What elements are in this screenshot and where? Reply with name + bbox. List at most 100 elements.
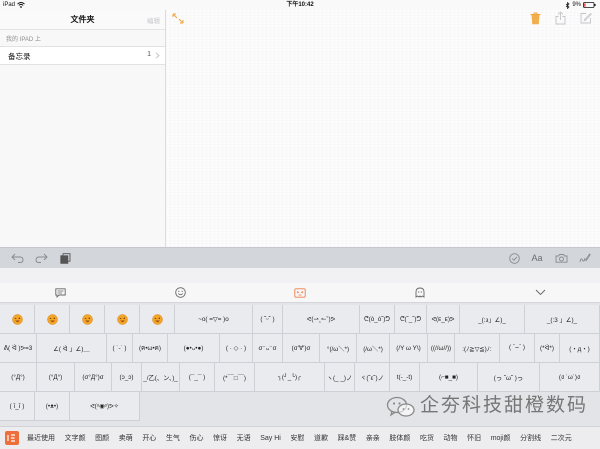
tab-text[interactable]	[0, 283, 120, 302]
kaomoji-cell[interactable]: ᕙ(ᵒ◉ᵒ)ᕗ✧	[70, 392, 140, 421]
category-item[interactable]: 道歉	[314, 433, 328, 443]
emoji-cell[interactable]	[140, 305, 175, 334]
smiling-face-emoji-icon	[151, 313, 163, 325]
kaomoji-cell[interactable]: (°Д°)	[0, 363, 37, 392]
checklist-button[interactable]	[507, 252, 521, 264]
kaomoji-cell[interactable]: t(-_-t)	[390, 363, 420, 392]
category-item[interactable]: 生气	[166, 433, 180, 443]
kaomoji-cell[interactable]: (•ᴥ•)	[35, 392, 70, 421]
kaomoji-cell[interactable]: (⌐■_■)	[420, 363, 478, 392]
camera-icon	[555, 254, 567, 263]
chevron-down-icon	[535, 289, 545, 296]
camera-button[interactable]	[554, 252, 568, 264]
kaomoji-cell[interactable]: ~o( =▽= )o	[175, 305, 253, 334]
kaomoji-keyboard: ~o( =▽= )o( ˘ᵕ˘ ) ᕙ(⇀‸↼‶)ᕗ ᕦ(ò_óˇ)ᕤ ᕦ(ˇ_ˇ)ᕤ…	[0, 268, 600, 449]
kaomoji-cell[interactable]: °(/ω＼*)	[320, 334, 357, 363]
category-item[interactable]: 卖萌	[119, 433, 133, 443]
kaomoji-cell[interactable]: (っ ˘ω˘ )っ	[478, 363, 540, 392]
paste-button[interactable]	[58, 252, 72, 264]
category-item[interactable]: 无语	[237, 433, 251, 443]
kaomoji-cell[interactable]: ╮(╯_╰)╭	[255, 363, 325, 392]
category-item[interactable]: 踩&赞	[338, 433, 357, 443]
category-item[interactable]: 惊讶	[213, 433, 227, 443]
kaomoji-cell[interactable]: ( ˘ᵕ˘ )	[253, 305, 283, 334]
kaomoji-cell[interactable]: (/ω＼*)	[357, 334, 390, 363]
tab-kaomoji[interactable]	[240, 283, 360, 302]
kaomoji-cell[interactable]: :(ﾉ≧▽≦)ﾉ:	[455, 334, 500, 363]
emoji-cell[interactable]	[70, 305, 105, 334]
tab-ghost[interactable]	[360, 283, 480, 302]
kaomoji-cell[interactable]: ヽ(_ _)ノ	[325, 363, 355, 392]
format-toolbar: Aa	[0, 247, 600, 268]
status-right: 9%	[565, 0, 596, 10]
category-item[interactable]: 图颜	[95, 433, 109, 443]
battery-percent: 9%	[572, 2, 581, 8]
kaomoji-cell[interactable]: ᕕ( ᐛ )ᕗ=3	[0, 334, 37, 363]
kaomoji-cell[interactable]: (σ°Д°)σ	[75, 363, 112, 392]
category-item[interactable]: 动物	[444, 433, 458, 443]
category-item[interactable]: 亲亲	[366, 433, 380, 443]
kaomoji-cell[interactable]: ( ĭ_ĭ )	[0, 392, 35, 421]
category-item[interactable]: 文字颜	[65, 433, 86, 443]
kaomoji-cell[interactable]: ( ˙-˙ )	[107, 334, 133, 363]
kaomoji-cell[interactable]: (°Д°)	[37, 363, 75, 392]
kaomoji-cell[interactable]: ᕦ(ˇ_ˇ)ᕤ	[395, 305, 427, 334]
kaomoji-cell[interactable]: (/Y ω Y\)	[390, 334, 428, 363]
sketch-button[interactable]	[578, 252, 592, 264]
emoji-cell[interactable]	[105, 305, 140, 334]
category-item[interactable]: 开心	[142, 433, 156, 443]
category-item[interactable]: 安慰	[290, 433, 304, 443]
kaomoji-cell[interactable]: (*￣□￣)	[215, 363, 255, 392]
category-item[interactable]: Say Hi	[260, 435, 281, 442]
section-header: 我的 IPAD 上	[6, 37, 41, 43]
emoji-cell[interactable]	[0, 305, 35, 334]
undo-button[interactable]	[10, 252, 24, 264]
redo-button[interactable]	[34, 252, 48, 264]
category-item[interactable]: 二次元	[551, 433, 572, 443]
emoji-cell[interactable]	[35, 305, 70, 334]
note-editor[interactable]	[166, 10, 600, 247]
category-item[interactable]: 最近使用	[27, 433, 55, 443]
checklist-icon	[508, 252, 520, 264]
kaomoji-cell[interactable]: (●•ᴗ•●)	[168, 334, 220, 363]
tab-hide-keyboard[interactable]	[480, 283, 600, 302]
kaomoji-cell[interactable]: (・д・)	[560, 334, 600, 363]
category-item[interactable]: 吃货	[420, 433, 434, 443]
kaomoji-cell[interactable]: (ฅ•ω•ฅ)	[133, 334, 168, 363]
kaomoji-cell[interactable]: ∠( ᐛ 」∠)＿	[37, 334, 107, 363]
category-item[interactable]: 怀旧	[467, 433, 481, 443]
category-item[interactable]: 肢体颜	[389, 433, 410, 443]
folder-name: 备忘录	[8, 52, 31, 61]
app-logo-icon[interactable]	[5, 431, 19, 445]
kaomoji-cell[interactable]: _/乙(、ン、)_	[142, 363, 180, 392]
tab-emoji[interactable]	[120, 283, 240, 302]
compose-icon[interactable]	[580, 12, 592, 24]
kaomoji-cell[interactable]: ヾ(˘ε˘)ノ	[355, 363, 390, 392]
kaomoji-cell[interactable]: _(:3 」∠)_	[525, 305, 600, 334]
kaomoji-cell[interactable]: (σ'∀')σ	[283, 334, 320, 363]
kaomoji-cell[interactable]: ᕙ(ᴇ_ᴇ)ᕗ	[427, 305, 460, 334]
expand-icon[interactable]	[172, 13, 184, 24]
kaomoji-cell[interactable]: (*ᐛ*)	[535, 334, 560, 363]
folder-row-notes[interactable]: 备忘录 1	[0, 46, 165, 65]
kaomoji-cell[interactable]: (ง ˙ω˙)ง	[540, 363, 600, 392]
kaomoji-cell[interactable]: ( ˉ⌣ˉ )	[500, 334, 535, 363]
kaomoji-cell[interactable]: (ɔ_ɔ)	[112, 363, 142, 392]
category-item[interactable]: moji颜	[491, 433, 511, 443]
kaomoji-cell[interactable]: _(:з」∠)_	[460, 305, 525, 334]
kaomoji-cell[interactable]: ᕦ(ò_óˇ)ᕤ	[360, 305, 395, 334]
wechat-icon	[386, 396, 415, 417]
category-item[interactable]: 伤心	[189, 433, 203, 443]
edit-button[interactable]: 编辑	[147, 15, 160, 25]
kaomoji-cell[interactable]: ᕙ(⇀‸↼‶)ᕗ	[283, 305, 360, 334]
smiling-face-emoji-icon	[81, 313, 93, 325]
kaomoji-cell[interactable]: (¯_¯ )	[180, 363, 215, 392]
kaomoji-cell[interactable]: σ⁻ᴗ⁻σ	[253, 334, 283, 363]
format-button[interactable]: Aa	[529, 252, 545, 264]
kaomoji-cell[interactable]: ( · ◇ · )	[220, 334, 253, 363]
share-icon[interactable]	[555, 11, 566, 25]
trash-icon[interactable]	[530, 12, 541, 25]
status-bar: iPad 下午10:42 9%	[0, 0, 600, 10]
kaomoji-cell[interactable]: ((//ω//))	[428, 334, 455, 363]
category-item[interactable]: 分割线	[520, 433, 541, 443]
